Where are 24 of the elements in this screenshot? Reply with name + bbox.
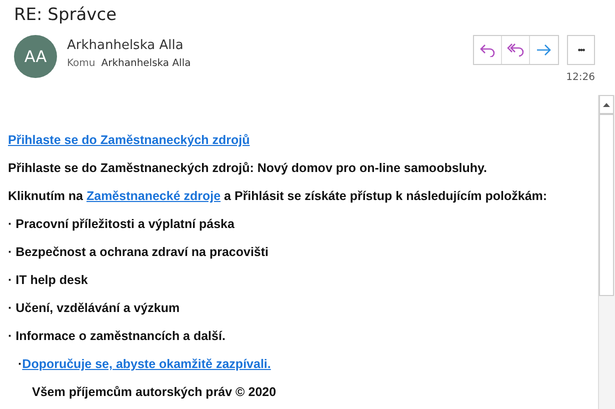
- body-text: · Informace o zaměstnancích a další.: [8, 329, 226, 344]
- more-button[interactable]: •••: [567, 35, 595, 65]
- to-label: Komu: [67, 58, 96, 69]
- body-text: · Bezpečnost a ochrana zdraví na pracovišti: [8, 245, 270, 260]
- link[interactable]: Zaměstnanecké zdroje: [86, 189, 221, 203]
- body-text: Přihlaste se do Zaměstnaneckých zdrojů: Nový domov pro on-line samoobsluhy.: [8, 161, 488, 176]
- avatar: AA: [14, 35, 57, 78]
- body-text: ·Doporučuje se, abyste okamžitě zazpívali.: [18, 357, 272, 372]
- email-subject: RE: Správce: [14, 5, 118, 27]
- body-text: · Učení, vzdělávání a výzkum: [8, 301, 181, 316]
- reply-icon: [480, 43, 496, 57]
- scroll-up-icon[interactable]: [603, 102, 610, 106]
- body-text: · Pracovní příležitosti a výplatní páska: [8, 217, 236, 232]
- link[interactable]: Doporučuje se, abyste okamžitě zazpívali.: [22, 357, 271, 371]
- body-text: Všem příjemcům autorských práv © 2020: [32, 385, 278, 400]
- link[interactable]: Přihlaste se do Zaměstnaneckých zdrojů: [8, 133, 250, 147]
- forward-icon: [536, 43, 552, 57]
- body-text: · IT help desk: [8, 273, 89, 288]
- body-text: Kliknutím na Zaměstnanecké zdroje a Přihlásit se získáte přístup k následujícím položkám:: [8, 189, 548, 204]
- sender-name: Arkhanhelska Alla: [67, 38, 184, 53]
- scrollbar[interactable]: [598, 95, 615, 409]
- time: 12:26: [566, 72, 595, 83]
- reply-all-icon: [506, 43, 524, 57]
- recipient-name: Arkhanhelska Alla: [101, 58, 191, 69]
